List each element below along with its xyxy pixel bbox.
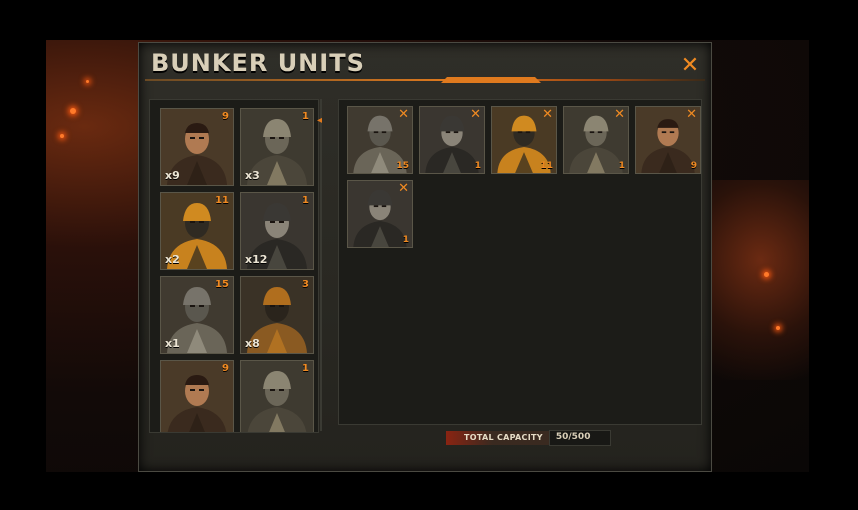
unit-level-badge: 3 [302, 279, 309, 290]
selected-unit-card[interactable]: ✕ 11 [491, 106, 557, 174]
available-units-list[interactable]: 9 x9 1 x3 11 x2 1 x12 15 x1 3 x8 9 1 [149, 99, 319, 433]
unit-count: x8 [245, 337, 260, 350]
capacity-value: 50/500 [548, 430, 611, 446]
unit-count: x2 [165, 253, 180, 266]
unit-level-badge: 1 [302, 111, 309, 122]
ember-particle [776, 326, 780, 330]
selected-unit-card[interactable]: ✕ 15 [347, 106, 413, 174]
unit-count: x1 [165, 337, 180, 350]
remove-unit-button[interactable]: ✕ [470, 108, 481, 121]
available-unit-card[interactable]: 9 [160, 360, 234, 432]
total-capacity-bar: TOTAL CAPACITY 50/500 [446, 430, 611, 446]
available-unit-card[interactable]: 1 x3 [240, 108, 314, 186]
available-unit-card[interactable]: 3 x8 [240, 276, 314, 354]
selected-unit-card[interactable]: ✕ 1 [563, 106, 629, 174]
title-underline [145, 77, 705, 83]
remove-unit-button[interactable]: ✕ [614, 108, 625, 121]
available-unit-card[interactable]: 1 x12 [240, 192, 314, 270]
panel-divider: ◂ [317, 99, 323, 431]
selected-unit-card[interactable]: ✕ 1 [347, 180, 413, 248]
selected-units-grid: ✕ 15 ✕ 1 ✕ 11 ✕ 1 ✕ 9 ✕ 1 [347, 106, 707, 248]
unit-level-badge: 15 [215, 279, 229, 290]
unit-count: x3 [245, 169, 260, 182]
remove-unit-button[interactable]: ✕ [686, 108, 697, 121]
ember-particle [70, 108, 76, 114]
remove-unit-button[interactable]: ✕ [542, 108, 553, 121]
selected-unit-card[interactable]: ✕ 1 [419, 106, 485, 174]
unit-count: x12 [245, 253, 268, 266]
ember-particle [86, 80, 89, 83]
divider-marker-icon: ◂ [317, 115, 323, 126]
unit-level-badge: 1 [302, 195, 309, 206]
remove-unit-button[interactable]: ✕ [398, 182, 409, 195]
bunker-units-panel: BUNKER UNITS ✕ 9 x9 1 x3 11 x2 1 x12 15 x1 3 x8 9 1 ◂… [138, 42, 712, 472]
available-unit-card[interactable]: 15 x1 [160, 276, 234, 354]
unit-level-badge: 11 [540, 161, 553, 171]
unit-level-badge: 1 [618, 161, 625, 171]
available-unit-card[interactable]: 11 x2 [160, 192, 234, 270]
ember-particle [60, 134, 64, 138]
available-unit-card[interactable]: 1 [240, 360, 314, 432]
unit-level-badge: 15 [396, 161, 409, 171]
unit-level-badge: 1 [302, 363, 309, 374]
unit-level-badge: 11 [215, 195, 229, 206]
available-unit-card[interactable]: 9 x9 [160, 108, 234, 186]
close-button[interactable]: ✕ [679, 55, 701, 77]
available-units-grid: 9 x9 1 x3 11 x2 1 x12 15 x1 3 x8 9 1 [160, 108, 314, 432]
unit-count: x9 [165, 169, 180, 182]
panel-title: BUNKER UNITS [151, 49, 365, 77]
unit-level-badge: 1 [474, 161, 481, 171]
remove-unit-button[interactable]: ✕ [398, 108, 409, 121]
ember-particle [764, 272, 769, 277]
selected-units-area: ✕ 15 ✕ 1 ✕ 11 ✕ 1 ✕ 9 ✕ 1 [338, 99, 702, 425]
unit-level-badge: 9 [222, 111, 229, 122]
capacity-label: TOTAL CAPACITY [446, 431, 549, 445]
unit-level-badge: 9 [690, 161, 697, 171]
unit-level-badge: 1 [402, 235, 409, 245]
unit-level-badge: 9 [222, 363, 229, 374]
selected-unit-card[interactable]: ✕ 9 [635, 106, 701, 174]
